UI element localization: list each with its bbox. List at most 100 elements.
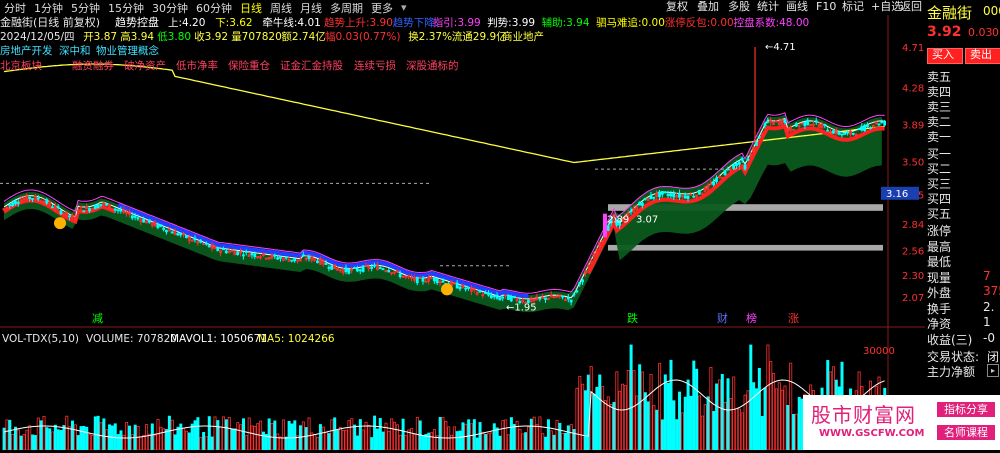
- candle-body: [184, 235, 188, 239]
- volume-bar: [45, 427, 49, 451]
- candle-body: [860, 126, 864, 131]
- volume-bar: [8, 419, 12, 451]
- volume-bar: [230, 428, 234, 451]
- trend-down-band: [117, 203, 529, 298]
- volume-bar: [703, 404, 707, 451]
- volume-bar: [338, 427, 342, 451]
- candle-body: [347, 268, 351, 274]
- high-annotation: ←4.71: [765, 42, 796, 53]
- candle-body: [99, 203, 103, 206]
- volume-bar: [680, 412, 684, 451]
- volume-bar: [53, 424, 57, 451]
- candle-body: [361, 265, 365, 272]
- candle-body: [566, 297, 570, 300]
- candle-body: [36, 197, 40, 200]
- candle-body: [176, 233, 180, 236]
- volume-bar: [176, 426, 180, 451]
- toolbar-button-1[interactable]: 叠加: [697, 0, 719, 14]
- volume-bar: [529, 418, 533, 451]
- volume-bar: [293, 420, 297, 451]
- watermark-badge-1: 指标分享: [937, 402, 995, 417]
- candle-body: [581, 279, 584, 283]
- volume-bar: [42, 416, 46, 451]
- volume-bar: [284, 436, 288, 451]
- concept-b-1: 融资融券: [72, 59, 114, 72]
- candle-body: [746, 158, 750, 161]
- indicator-item-6: 判势:3.99: [487, 16, 535, 29]
- volume-bar: [367, 425, 371, 451]
- candle-body: [31, 198, 34, 200]
- volume-bar: [675, 419, 679, 451]
- volume-bar: [438, 417, 442, 451]
- toolbar-button-7[interactable]: +自选: [871, 0, 902, 14]
- collapse-icon[interactable]: ▸: [987, 364, 999, 377]
- candle-body: [672, 193, 676, 198]
- volume-bar: [76, 435, 80, 451]
- volume-bar: [51, 431, 55, 451]
- mid-annotation-left: 2.89: [607, 214, 629, 225]
- candle-body: [866, 125, 869, 127]
- volume-bar: [789, 362, 793, 451]
- volume-bar: [147, 433, 151, 451]
- candle-body: [93, 204, 97, 210]
- candle-body: [857, 128, 861, 130]
- toolbar-button-4[interactable]: 画线: [786, 0, 808, 14]
- indicator-item-5: 指引:3.99: [433, 16, 481, 29]
- toolbar-button-8[interactable]: 返回: [900, 0, 922, 14]
- candle-body: [307, 255, 311, 259]
- candle-body: [116, 209, 120, 212]
- volume-bar: [421, 435, 425, 451]
- volume-bar: [222, 416, 226, 451]
- candle-body: [355, 268, 359, 272]
- candle-body: [660, 191, 664, 195]
- concept-b-4: 保险重仓: [228, 59, 270, 72]
- volume-bar: [735, 408, 739, 451]
- volume-bar: [732, 376, 736, 451]
- candle-body: [652, 196, 656, 199]
- low-annotation: ←1.95: [506, 302, 537, 313]
- volume-bar: [375, 428, 379, 451]
- candle-body: [236, 251, 240, 255]
- concept-a-0: 房地产开发: [0, 44, 53, 57]
- volume-bar: [569, 424, 573, 451]
- candle-body: [572, 293, 576, 296]
- volume-bar: [119, 430, 123, 451]
- candle-body: [358, 269, 362, 272]
- candle-body: [162, 227, 166, 230]
- candle-body: [421, 277, 425, 282]
- concept-b-2: 破净资产: [124, 59, 166, 72]
- volume-bar: [783, 385, 787, 451]
- volume-bar: [618, 390, 622, 451]
- volume-bar: [204, 436, 208, 451]
- volume-bar: [253, 425, 257, 451]
- candle-body: [147, 219, 151, 223]
- volume-bar: [584, 390, 588, 451]
- volume-bar: [558, 422, 562, 451]
- price-axis-label-1: 4.28: [902, 84, 924, 95]
- toolbar-button-6[interactable]: 标记: [842, 0, 864, 14]
- kline-chart[interactable]: 4.714.283.893.503.152.842.562.302.073.16…: [0, 15, 925, 451]
- volume-bar: [578, 376, 582, 451]
- volume-bar: [561, 433, 565, 451]
- volume-bar: [82, 425, 86, 451]
- change-label: 0.03: [968, 26, 993, 39]
- volume-bar: [224, 419, 228, 451]
- candle-body: [59, 210, 63, 215]
- indicator-name: 趋势控盘: [115, 15, 159, 29]
- volume-bar: [766, 344, 770, 451]
- volume-bar: [444, 421, 448, 451]
- candle-body: [170, 231, 174, 234]
- toolbar-button-3[interactable]: 统计: [757, 0, 779, 14]
- toolbar-button-2[interactable]: 多股: [728, 0, 750, 14]
- toolbar-button-5[interactable]: F10: [816, 0, 836, 14]
- candle-body: [643, 197, 647, 200]
- buy-level-4: 买五: [927, 207, 952, 221]
- candle-body: [712, 181, 716, 186]
- volume-bar: [165, 429, 169, 451]
- concept-b-3: 低市净率: [176, 59, 218, 72]
- volume-bar: [615, 371, 619, 451]
- toolbar-button-0[interactable]: 复权: [666, 0, 688, 14]
- volume-bar: [467, 419, 471, 451]
- volume-bar: [39, 420, 43, 451]
- kline-chart-area[interactable]: 4.714.283.893.503.152.842.562.302.073.16…: [0, 15, 925, 451]
